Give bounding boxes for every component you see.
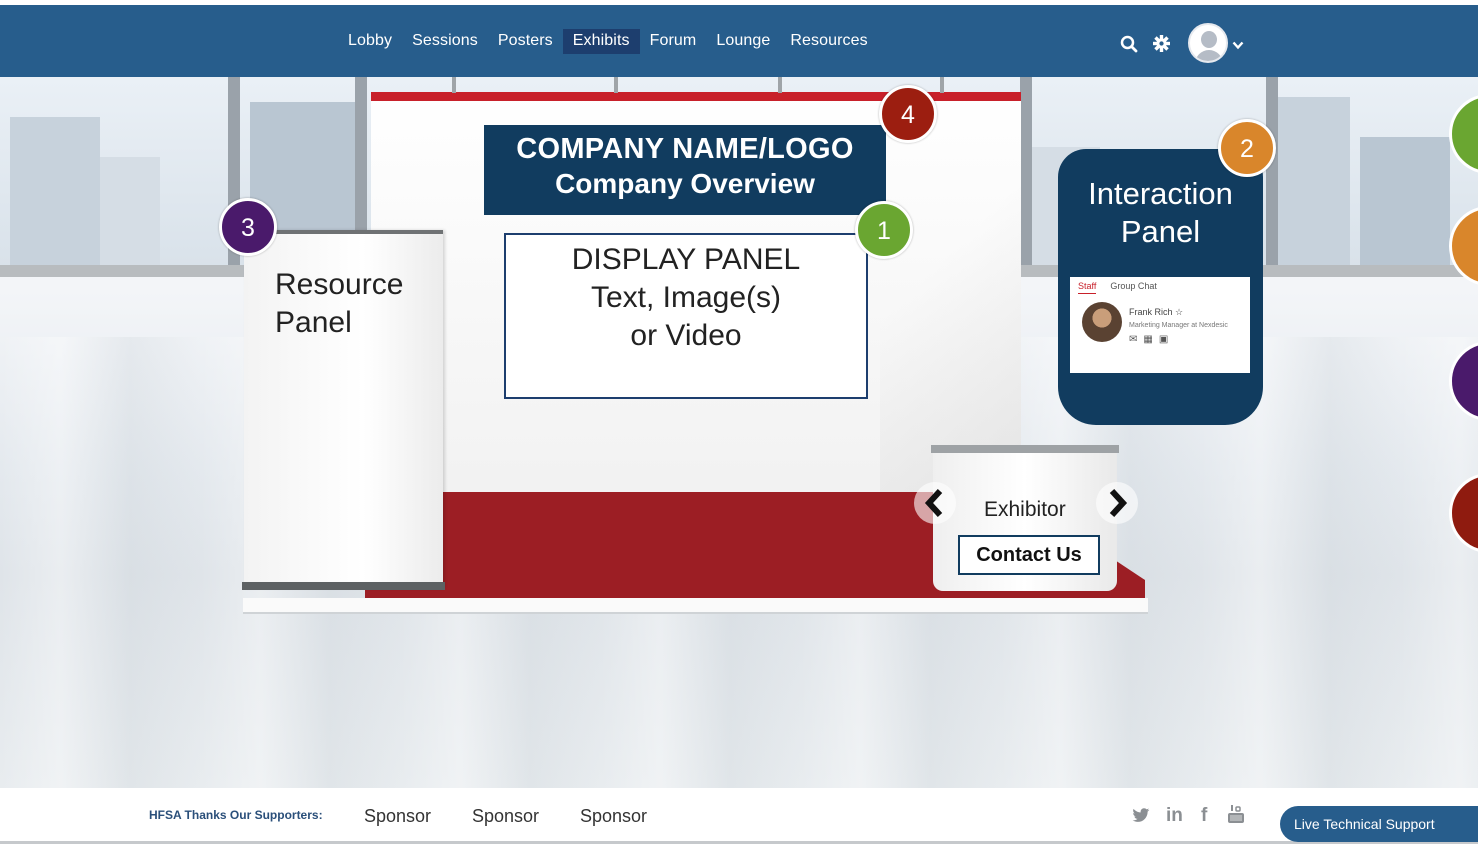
search-icon[interactable]: [1120, 35, 1138, 58]
spotlight: [778, 77, 782, 93]
live-technical-support-button[interactable]: Live Technical Support: [1280, 806, 1478, 842]
company-overview: Company Overview: [555, 168, 815, 199]
staff-avatar: [1082, 302, 1122, 342]
avatar-head-shape: [1201, 31, 1217, 48]
company-banner[interactable]: COMPANY NAME/LOGO Company Overview: [484, 125, 886, 215]
display-panel[interactable]: DISPLAY PANEL Text, Image(s) or Video: [504, 233, 868, 399]
exhibit-booth-scene: COMPANY NAME/LOGO Company Overview DISPL…: [0, 77, 1478, 788]
linkedin-icon[interactable]: in: [1166, 805, 1183, 827]
interaction-panel-line-1: Interaction: [1088, 176, 1233, 211]
window-frame: [1266, 77, 1278, 277]
resource-panel-label: Resource Panel: [275, 266, 403, 342]
resource-panel-line-2: Panel: [275, 306, 352, 339]
exhibitor-label: Exhibitor: [984, 498, 1066, 521]
chevron-down-icon[interactable]: [1232, 37, 1244, 55]
chat-tab-group[interactable]: Group Chat: [1110, 281, 1157, 294]
callout-1: 1: [855, 201, 913, 259]
mail-icon[interactable]: ✉: [1129, 334, 1137, 345]
counter-top: [931, 445, 1119, 453]
prev-arrow-button[interactable]: [914, 482, 956, 524]
spotlight: [614, 77, 618, 93]
contact-us-button[interactable]: Contact Us: [958, 535, 1100, 575]
video-icon[interactable]: ▣: [1159, 334, 1168, 345]
next-arrow-button[interactable]: [1096, 482, 1138, 524]
sponsor-link-1[interactable]: Sponsor: [364, 806, 431, 827]
gear-icon[interactable]: [1153, 35, 1170, 57]
display-panel-title: DISPLAY PANEL: [571, 243, 801, 276]
building: [1360, 137, 1450, 267]
top-navigation-bar: Lobby Sessions Posters Exhibits Forum Lo…: [0, 5, 1478, 77]
resource-panel[interactable]: Resource Panel: [244, 230, 443, 588]
interaction-panel[interactable]: Interaction Panel Staff Group Chat Frank…: [1058, 149, 1263, 425]
nav-item-forum[interactable]: Forum: [640, 29, 707, 54]
facebook-icon[interactable]: f: [1201, 805, 1207, 827]
user-avatar[interactable]: [1188, 23, 1228, 63]
display-panel-subtitle: Text, Image(s): [590, 281, 782, 314]
callout-2: 2: [1218, 119, 1276, 177]
nav-item-lobby[interactable]: Lobby: [338, 29, 402, 54]
supporters-label: HFSA Thanks Our Supporters:: [149, 808, 323, 822]
booth-platform: [243, 598, 1148, 614]
staff-actions: ✉ ▦ ▣: [1129, 334, 1168, 345]
resource-panel-line-1: Resource: [275, 268, 404, 301]
chevron-left-icon: [924, 488, 943, 518]
twitter-icon[interactable]: [1132, 807, 1150, 829]
staff-role: Marketing Manager at Nexdesic: [1129, 322, 1228, 329]
nav-item-exhibits[interactable]: Exhibits: [562, 29, 640, 54]
avatar-shoulders-shape: [1195, 50, 1223, 61]
staff-name: Frank Rich ☆: [1129, 307, 1184, 317]
display-panel-subtitle-2: or Video: [630, 319, 742, 352]
nav-item-posters[interactable]: Posters: [488, 29, 563, 54]
chat-tabs: Staff Group Chat: [1078, 281, 1157, 294]
interaction-panel-title: Interaction Panel: [1058, 175, 1263, 251]
calendar-icon[interactable]: ▦: [1143, 334, 1152, 345]
spotlight: [940, 77, 944, 93]
building: [1270, 97, 1350, 267]
chat-tab-staff[interactable]: Staff: [1078, 281, 1097, 294]
nav-item-sessions[interactable]: Sessions: [402, 29, 488, 54]
footer-bar: HFSA Thanks Our Supporters: Sponsor Spon…: [0, 788, 1478, 844]
sponsor-link-3[interactable]: Sponsor: [580, 806, 647, 827]
sponsor-link-2[interactable]: Sponsor: [472, 806, 539, 827]
window-frame: [1020, 77, 1032, 277]
callout-4: 4: [879, 85, 937, 143]
building: [100, 157, 160, 267]
interaction-panel-line-2: Panel: [1120, 214, 1201, 249]
company-name: COMPANY NAME/LOGO: [516, 133, 854, 165]
callout-3: 3: [219, 198, 277, 256]
building: [10, 117, 100, 267]
spotlight: [452, 77, 456, 93]
chevron-right-icon: [1109, 488, 1128, 518]
nav-menu: Lobby Sessions Posters Exhibits Forum Lo…: [338, 29, 878, 54]
chat-preview-card[interactable]: Staff Group Chat Frank Rich ☆ Marketing …: [1070, 277, 1250, 373]
nav-item-resources[interactable]: Resources: [780, 29, 877, 54]
youtube-icon[interactable]: [1227, 804, 1245, 830]
resource-panel-base: [242, 582, 445, 590]
nav-item-lounge[interactable]: Lounge: [706, 29, 780, 54]
